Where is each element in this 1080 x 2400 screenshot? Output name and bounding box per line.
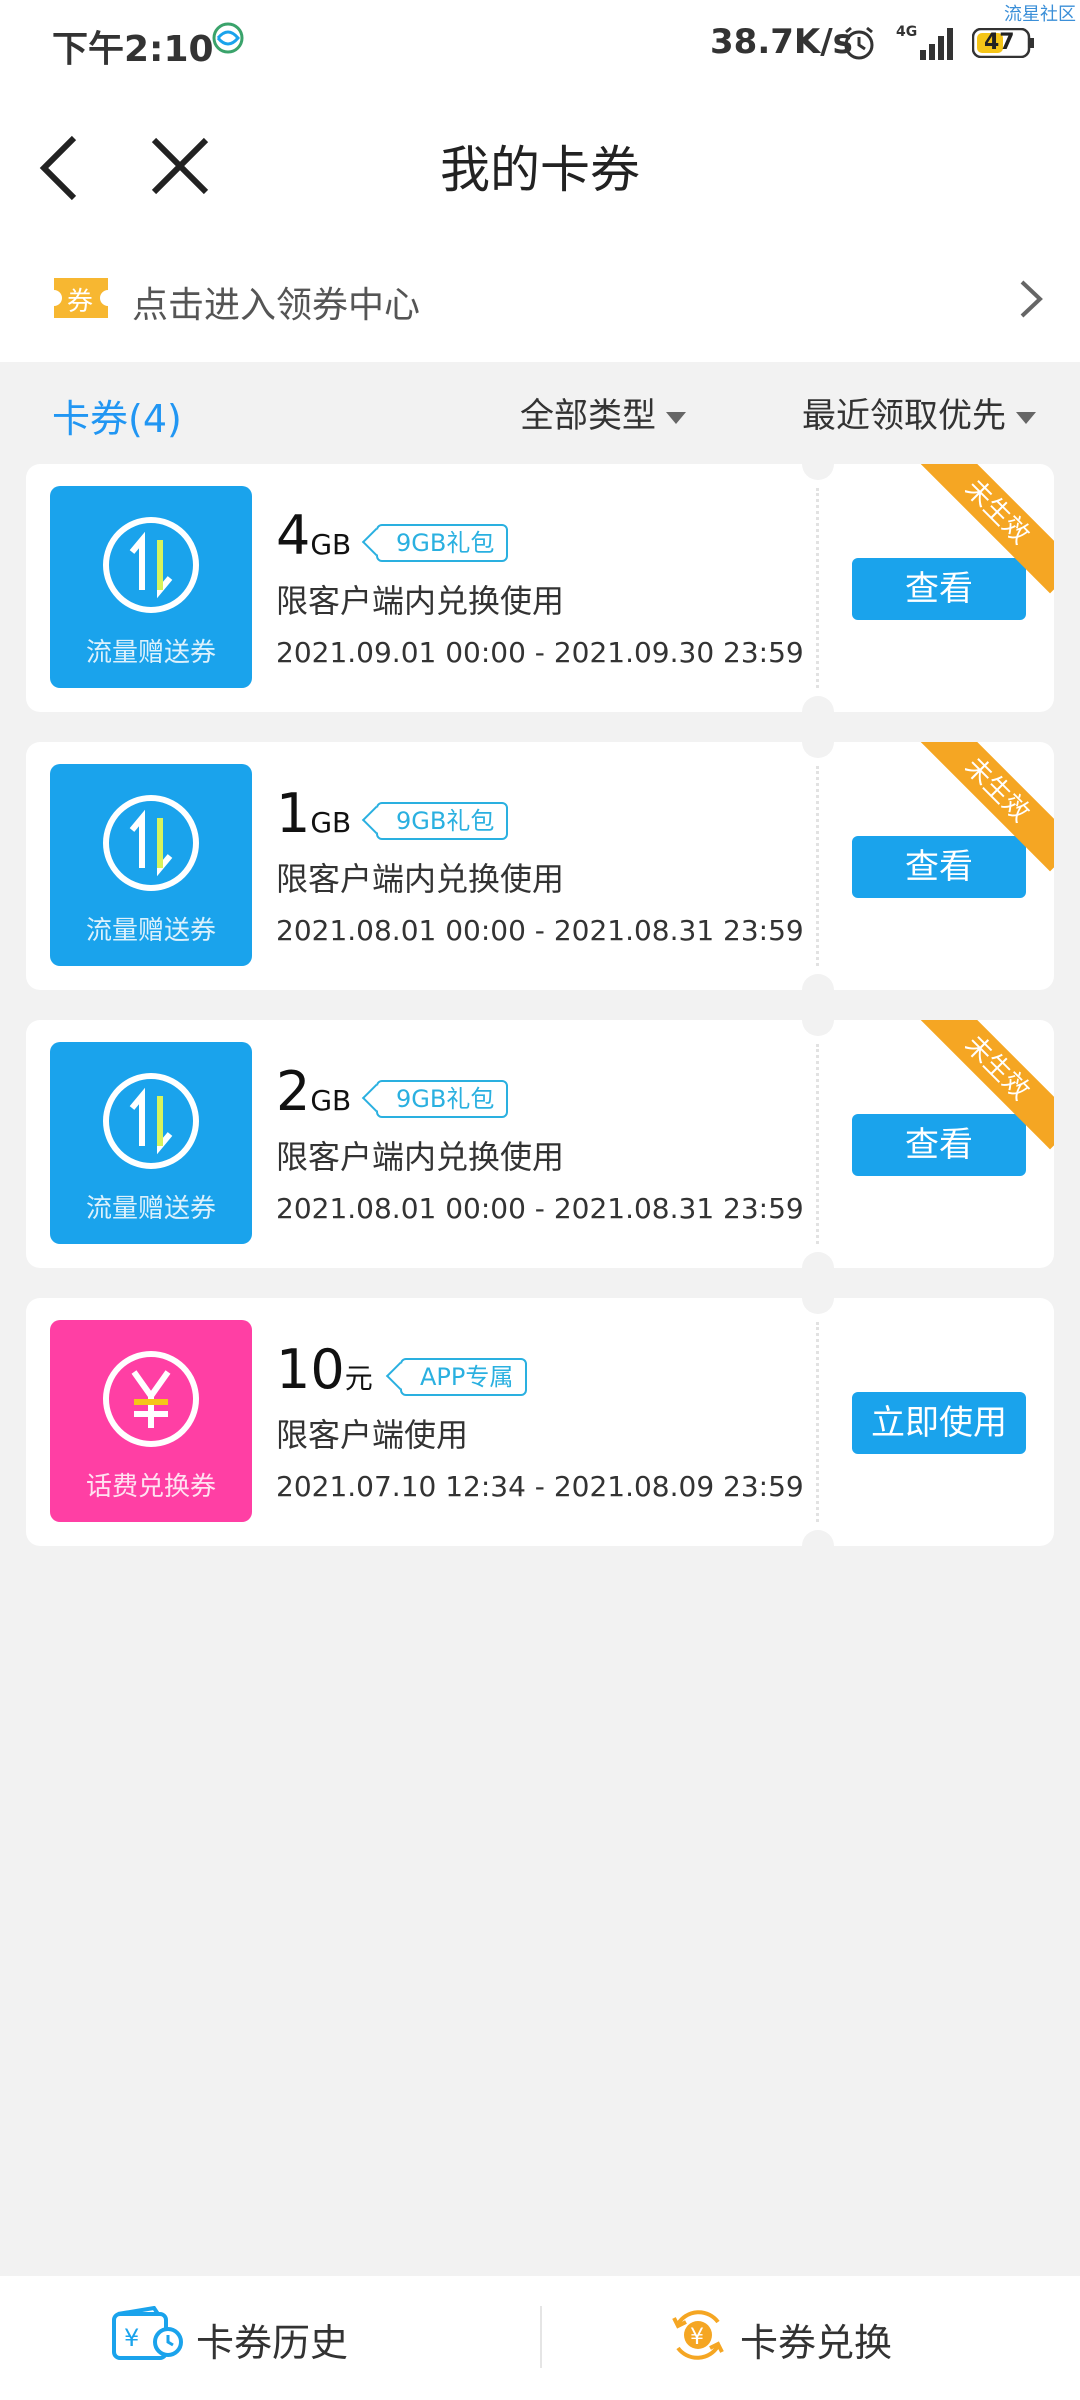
caret-down-icon [666, 411, 686, 424]
coupon-card[interactable]: 话费兑换券 10元 APP专属 限客户端使用 2021.07.10 12:34 … [26, 1298, 1054, 1546]
yuan-icon [103, 1351, 199, 1447]
status-time: 下午2:10 [52, 29, 214, 70]
signal-icon: 4G [896, 24, 953, 60]
card-notch [802, 1298, 834, 1314]
ticket-icon: 券 [50, 276, 112, 320]
watermark: 流星社区 [1004, 4, 1076, 25]
ticket-icon-char: 券 [67, 287, 94, 317]
card-notch [802, 1530, 834, 1546]
coupon-validity: 2021.08.01 00:00 - 2021.08.31 23:59 [276, 1192, 804, 1225]
card-divider [816, 1044, 819, 1244]
page-title: 我的卡券 [440, 141, 640, 199]
battery-icon: 47 [972, 28, 1036, 58]
battery-level: 47 [984, 30, 1015, 55]
data-transfer-icon [103, 795, 199, 891]
sort-dropdown[interactable]: 最近领取优先 [802, 388, 1036, 437]
coupon-icon-box: 话费兑换券 [50, 1320, 252, 1522]
data-transfer-icon [103, 517, 199, 613]
nav-bar: 我的卡券 [0, 86, 1080, 246]
coupon-type-label: 话费兑换券 [85, 1472, 216, 1502]
coupon-icon-box: 流量赠送券 [50, 1042, 252, 1244]
wallet-clock-icon: ¥ [112, 2306, 183, 2360]
coupon-tag: 9GB礼包 [376, 524, 509, 562]
card-divider [816, 1322, 819, 1522]
coupon-amount: 1GB [276, 782, 352, 845]
coupon-card[interactable]: 流量赠送券 2GB 9GB礼包 限客户端内兑换使用 2021.08.01 00:… [26, 1020, 1054, 1268]
alarm-icon [844, 26, 874, 60]
use-now-button[interactable]: 立即使用 [852, 1392, 1026, 1454]
caret-down-icon [1016, 411, 1036, 424]
card-notch [802, 464, 834, 480]
coupon-center-entry[interactable]: 券 点击进入领券中心 [0, 246, 1080, 362]
bottom-divider [540, 2306, 542, 2368]
coupon-amount: 2GB [276, 1060, 352, 1123]
coupon-exchange-label: 卡券兑换 [740, 2321, 893, 2365]
coupon-validity: 2021.09.01 00:00 - 2021.09.30 23:59 [276, 636, 804, 669]
network-type: 4G [896, 24, 917, 40]
coupon-icon-box: 流量赠送券 [50, 486, 252, 688]
filter-bar: 卡券(4) 全部类型 最近领取优先 [0, 362, 1080, 458]
data-transfer-icon [103, 1073, 199, 1169]
coupon-tag: APP专属 [400, 1358, 528, 1396]
card-divider [816, 766, 819, 966]
view-button[interactable]: 查看 [852, 836, 1026, 898]
coupon-type-label: 流量赠送券 [85, 638, 216, 668]
coupon-card[interactable]: 流量赠送券 4GB 9GB礼包 限客户端内兑换使用 2021.09.01 00:… [26, 464, 1054, 712]
card-notch [802, 696, 834, 712]
card-notch [802, 1020, 834, 1036]
view-button[interactable]: 查看 [852, 1114, 1026, 1176]
bottom-bar: ¥ 卡券历史 ¥ 卡券兑换 [0, 2276, 1080, 2400]
svg-text:¥: ¥ [124, 2324, 139, 2352]
network-speed: 38.7K/s [710, 22, 853, 62]
coupon-type-label: 流量赠送券 [85, 1194, 216, 1224]
svg-text:¥: ¥ [690, 2325, 704, 2350]
sort-label: 最近领取优先 [802, 396, 1006, 436]
card-notch [802, 742, 834, 758]
coupon-validity: 2021.08.01 00:00 - 2021.08.31 23:59 [276, 914, 804, 947]
card-notch [802, 974, 834, 990]
coupon-tag: 9GB礼包 [376, 1080, 509, 1118]
type-filter-label: 全部类型 [520, 396, 656, 436]
coupon-tag: 9GB礼包 [376, 802, 509, 840]
coupon-card[interactable]: 流量赠送券 1GB 9GB礼包 限客户端内兑换使用 2021.08.01 00:… [26, 742, 1054, 990]
coupon-type-label: 流量赠送券 [85, 916, 216, 946]
coupon-amount: 10元 [276, 1338, 373, 1401]
coupon-desc: 限客户端内兑换使用 [276, 1138, 565, 1176]
coupon-desc: 限客户端内兑换使用 [276, 860, 565, 898]
coupon-center-label: 点击进入领券中心 [132, 285, 421, 326]
card-notch [802, 1252, 834, 1268]
card-divider [816, 488, 819, 688]
coupon-desc: 限客户端使用 [276, 1416, 469, 1454]
view-button[interactable]: 查看 [852, 558, 1026, 620]
carrier-icon [212, 22, 244, 54]
coupon-icon-box: 流量赠送券 [50, 764, 252, 966]
status-bar: 下午2:10 38.7K/s 4G 47 流星社区 [0, 0, 1080, 86]
coupon-validity: 2021.07.10 12:34 - 2021.08.09 23:59 [276, 1470, 804, 1503]
coupon-amount: 4GB [276, 504, 352, 567]
exchange-icon: ¥ [672, 2310, 724, 2360]
coupon-desc: 限客户端内兑换使用 [276, 582, 565, 620]
coupon-count: 卡券(4) [52, 397, 182, 441]
chevron-right-icon [1020, 280, 1043, 318]
type-filter-dropdown[interactable]: 全部类型 [520, 388, 686, 437]
coupon-history-label: 卡券历史 [196, 2321, 349, 2365]
